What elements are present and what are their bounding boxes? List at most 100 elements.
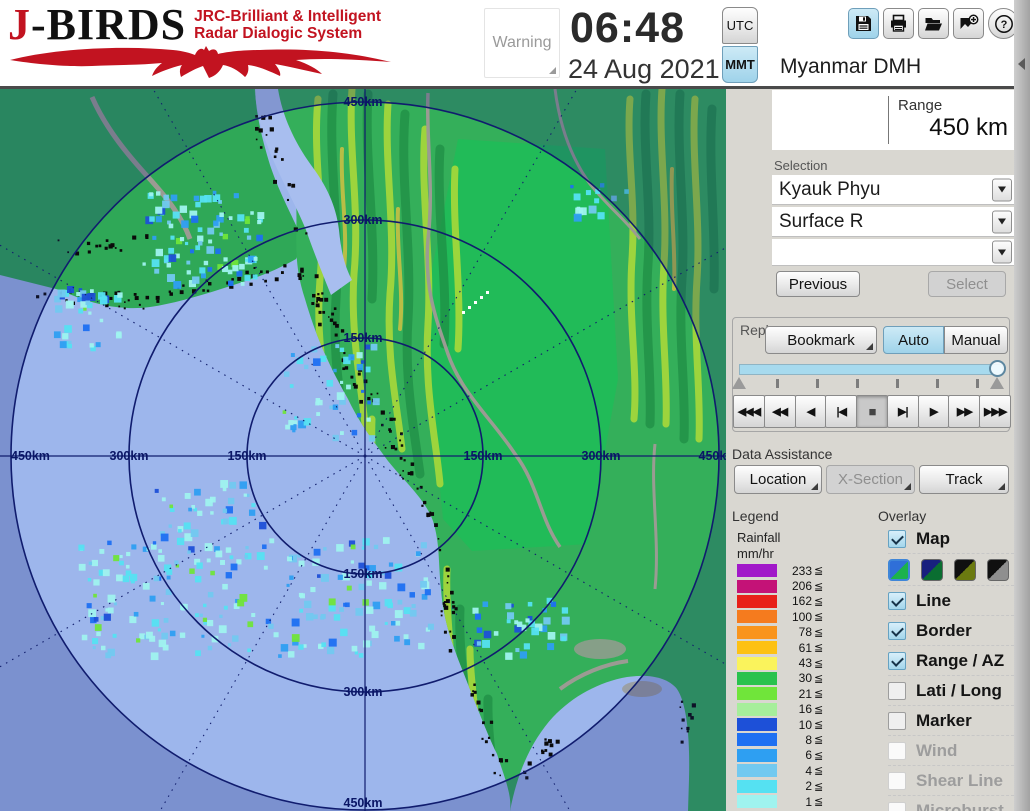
forward-fast-button[interactable]: ▶▶▶ [979, 395, 1011, 428]
legend-value: 21 [779, 687, 812, 701]
skip-to-end-button[interactable]: ▶| [887, 395, 919, 428]
legend-title: Legend [732, 508, 779, 524]
map-style-swatch[interactable] [954, 559, 976, 581]
forward-button[interactable]: ▶▶ [948, 395, 980, 428]
ring-label: 450km [699, 449, 726, 463]
checkbox[interactable] [888, 712, 906, 730]
legend-value: 43 [779, 656, 812, 670]
overlay-item-range-az[interactable]: Range / AZ [888, 645, 1014, 675]
overlay-item-border[interactable]: Border [888, 615, 1014, 645]
legend-swatch [737, 610, 777, 623]
legend-suffix: ≦ [814, 641, 823, 654]
checkbox[interactable] [888, 772, 906, 790]
play-backward-button[interactable]: ◀ [795, 395, 827, 428]
checkbox[interactable] [888, 742, 906, 760]
checkbox[interactable] [888, 652, 906, 670]
previous-button[interactable]: Previous [776, 271, 860, 297]
overlay-item-microburst[interactable]: Microburst [888, 795, 1014, 811]
overlay-list: Map Line Border Range / AZ Lati / Long M… [888, 524, 1014, 811]
checkbox[interactable] [888, 682, 906, 700]
overlay-item-lati-long[interactable]: Lati / Long [888, 675, 1014, 705]
product-dropdown[interactable]: Surface R [772, 207, 1014, 237]
panel-collapse-strip[interactable] [1014, 0, 1030, 811]
warning-button[interactable]: Warning [484, 8, 560, 78]
range-label: Range [898, 97, 942, 114]
legend-swatch [737, 780, 777, 793]
logo-title: J-BIRDS [8, 2, 186, 48]
logo-subtitle: JRC-Brilliant & Intelligent Radar Dialog… [194, 8, 381, 42]
legend-suffix: ≦ [814, 564, 823, 577]
bookmark-button[interactable]: Bookmark [765, 326, 877, 354]
overlay-label: Line [916, 591, 951, 611]
stop-button[interactable]: ■ [856, 395, 888, 428]
ring-label: 150km [228, 449, 267, 463]
legend-value: 4 [779, 764, 812, 778]
option-dropdown[interactable] [772, 239, 1014, 266]
checkbox[interactable] [888, 622, 906, 640]
auto-button[interactable]: Auto [883, 326, 944, 354]
ring-label: 300km [110, 449, 149, 463]
legend-row: 6 ≦ [737, 748, 837, 763]
overlay-label: Shear Line [916, 771, 1003, 791]
ring-label: 450km [11, 449, 50, 463]
slider-end-marker[interactable] [990, 377, 1004, 389]
save-button[interactable] [848, 8, 879, 39]
overlay-item-shear-line[interactable]: Shear Line [888, 765, 1014, 795]
checkbox[interactable] [888, 802, 906, 811]
legend-value: 100 [779, 610, 812, 624]
legend-swatch [737, 703, 777, 716]
site-dropdown[interactable]: Kyauk Phyu [772, 175, 1014, 205]
checkbox[interactable] [888, 530, 906, 548]
chevron-down-icon [998, 187, 1006, 193]
overlay-item-wind[interactable]: Wind [888, 735, 1014, 765]
site-dropdown-arrow[interactable] [992, 178, 1012, 201]
overlay-item-line[interactable]: Line [888, 585, 1014, 615]
location-button[interactable]: Location [734, 465, 822, 494]
option-dropdown-arrow[interactable] [992, 241, 1012, 264]
legend-value: 162 [779, 594, 812, 608]
legend-suffix: ≦ [814, 672, 823, 685]
divider [888, 96, 889, 144]
product-dropdown-arrow[interactable] [992, 210, 1012, 233]
map-style-swatch[interactable] [987, 559, 1009, 581]
x-section-button[interactable]: X-Section [826, 465, 915, 494]
collapse-arrow-icon [1018, 58, 1025, 70]
save-icon [854, 14, 873, 33]
open-file-button[interactable] [918, 8, 949, 39]
rainfall-legend: 233 ≦ 206 ≦ 162 ≦ 100 ≦ 78 ≦ 61 ≦ [737, 563, 837, 809]
data-assistance-label: Data Assistance [732, 446, 832, 462]
legend-swatch [737, 687, 777, 700]
map-style-swatch[interactable] [921, 559, 943, 581]
chevron-down-icon [998, 219, 1006, 225]
print-button[interactable] [883, 8, 914, 39]
replay-slider-handle[interactable] [989, 360, 1006, 377]
legend-suffix: ≦ [814, 687, 823, 700]
rewind-fast-button[interactable]: ◀◀◀ [733, 395, 765, 428]
replay-slider-track[interactable] [739, 364, 1003, 375]
rewind-button[interactable]: ◀◀ [764, 395, 796, 428]
legend-row: 43 ≦ [737, 655, 837, 670]
legend-value: 78 [779, 625, 812, 639]
utc-button[interactable]: UTC [722, 7, 758, 44]
checkbox[interactable] [888, 592, 906, 610]
map-style-swatch[interactable] [888, 559, 910, 581]
skip-to-start-button[interactable]: |◀ [825, 395, 857, 428]
legend-row: 10 ≦ [737, 717, 837, 732]
legend-row: 233 ≦ [737, 563, 837, 578]
overlay-item-marker[interactable]: Marker [888, 705, 1014, 735]
legend-value: 30 [779, 671, 812, 685]
legend-swatch [737, 718, 777, 731]
jbirds-logo: J-BIRDS JRC-Brilliant & Intelligent Rada… [8, 2, 408, 84]
select-button[interactable]: Select [928, 271, 1006, 297]
manual-button[interactable]: Manual [944, 326, 1008, 354]
mmt-button[interactable]: MMT [722, 46, 758, 83]
track-button[interactable]: Track [919, 465, 1009, 494]
overlay-item-map[interactable]: Map [888, 524, 1014, 553]
slider-start-marker[interactable] [732, 377, 746, 389]
site-dropdown-value: Kyauk Phyu [779, 179, 880, 201]
play-forward-button[interactable]: ▶ [918, 395, 950, 428]
radar-map-canvas[interactable]: 150km150km150km150km300km300km300km300km… [0, 89, 728, 811]
export-image-button[interactable] [953, 8, 984, 39]
overlay-label: Map [916, 529, 950, 549]
legend-swatch [737, 641, 777, 654]
